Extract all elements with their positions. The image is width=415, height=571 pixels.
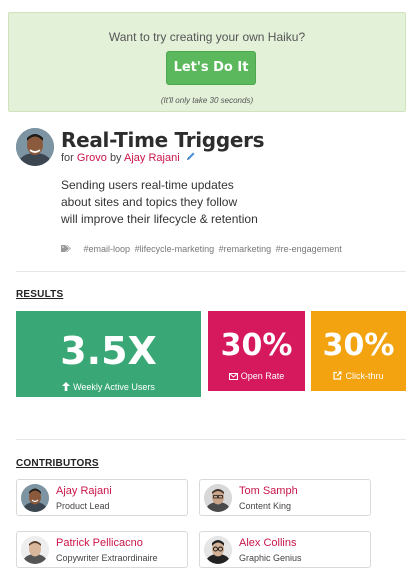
haiku-text: Sending users real-time updates about si… xyxy=(61,177,321,228)
contributor-card[interactable]: Tom Samph Content King xyxy=(199,479,371,516)
result-value: 30% xyxy=(322,328,395,363)
contributor-role: Content King xyxy=(239,501,292,511)
haiku-title: Real-Time Triggers xyxy=(61,128,265,152)
contributor-role: Graphic Genius xyxy=(239,553,302,563)
contributors-heading: CONTRIBUTORS xyxy=(16,458,99,469)
result-label: Weekly Active Users xyxy=(16,382,201,393)
result-label: Open Rate xyxy=(208,371,305,382)
click-thru-card: 30% Click-thru xyxy=(311,311,406,391)
avatar xyxy=(21,536,49,564)
haiku-byline: for Grovo by Ajay Rajani xyxy=(61,151,196,165)
result-label: Click-thru xyxy=(311,371,406,382)
pencil-icon[interactable] xyxy=(185,151,196,165)
contributor-card[interactable]: Alex Collins Graphic Genius xyxy=(199,531,371,568)
haiku-line: will improve their lifecycle & retention xyxy=(61,212,258,226)
avatar xyxy=(204,484,232,512)
contributor-name: Patrick Pellicacno xyxy=(56,537,143,549)
tags-icon xyxy=(61,244,73,255)
result-value: 3.5X xyxy=(60,329,157,373)
results-heading: RESULTS xyxy=(16,289,64,300)
contributor-name: Tom Samph xyxy=(239,485,298,497)
divider xyxy=(16,439,406,440)
contributor-role: Product Lead xyxy=(56,501,110,511)
author-link[interactable]: Ajay Rajani xyxy=(124,152,180,164)
haiku-line: Sending users real-time updates xyxy=(61,178,234,192)
result-label-text: Weekly Active Users xyxy=(73,382,155,392)
create-haiku-banner: Want to try creating your own Haiku? Let… xyxy=(8,12,406,112)
external-link-icon xyxy=(333,371,342,382)
contributor-card[interactable]: Patrick Pellicacno Copywriter Extraordin… xyxy=(16,531,188,568)
author-avatar[interactable] xyxy=(16,128,54,166)
contributor-role: Copywriter Extraordinaire xyxy=(56,553,158,563)
lets-do-it-button[interactable]: Let's Do It xyxy=(166,51,256,85)
contributor-name: Ajay Rajani xyxy=(56,485,112,497)
divider xyxy=(16,271,406,272)
result-value: 30% xyxy=(220,328,293,363)
haiku-line: about sites and topics they follow xyxy=(61,195,238,209)
contributor-name: Alex Collins xyxy=(239,537,297,549)
for-word: for xyxy=(61,151,74,164)
contributor-card[interactable]: Ajay Rajani Product Lead xyxy=(16,479,188,516)
open-rate-card: 30% Open Rate xyxy=(208,311,305,391)
envelope-icon xyxy=(228,372,238,382)
cta-note: (It'll only take 30 seconds) xyxy=(160,96,254,105)
company-link[interactable]: Grovo xyxy=(77,152,107,164)
tag-list: #email-loop #lifecycle-marketing #remark… xyxy=(61,244,344,255)
weekly-active-users-card: 3.5X Weekly Active Users xyxy=(16,311,201,397)
result-label-text: Open Rate xyxy=(240,371,285,381)
tag-link[interactable]: #lifecycle-marketing xyxy=(135,244,215,254)
arrow-up-icon xyxy=(62,382,71,393)
tag-link[interactable]: #email-loop xyxy=(84,244,131,254)
tag-link[interactable]: #remarketing xyxy=(219,244,272,254)
avatar xyxy=(21,484,49,512)
avatar xyxy=(204,536,232,564)
tag-link[interactable]: #re-engagement xyxy=(276,244,342,254)
result-label-text: Click-thru xyxy=(345,371,384,381)
by-word: by xyxy=(109,151,122,164)
cta-question: Want to try creating your own Haiku? xyxy=(108,30,306,44)
